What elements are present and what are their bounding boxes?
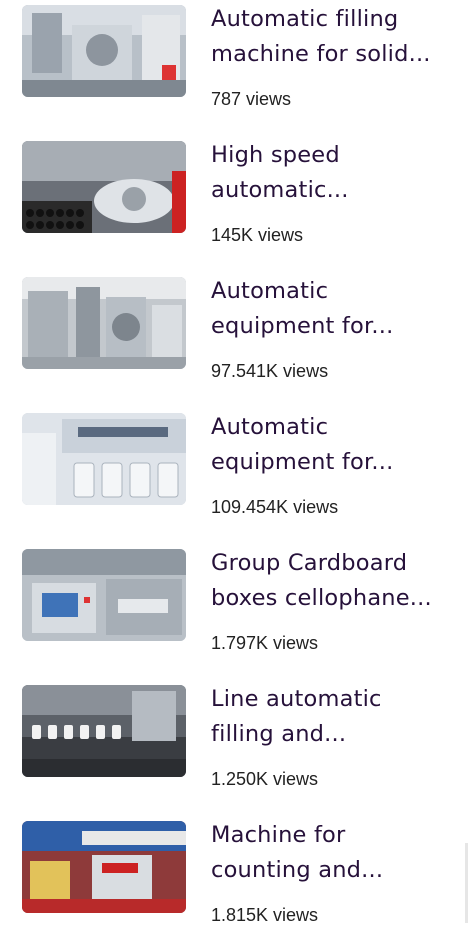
view-count: 97.541K views	[211, 361, 329, 381]
video-title-line: Automatic	[211, 278, 329, 304]
video-title[interactable]: Group Cardboard boxes cellophane...	[211, 546, 451, 616]
video-title-line: automatic...	[211, 177, 349, 203]
cellophane-wrapper-thumbnail-icon	[22, 549, 186, 641]
video-title[interactable]: Automatic filling machine for solid...	[211, 2, 451, 72]
video-thumbnail[interactable]	[22, 277, 186, 369]
video-title-line: Automatic filling	[211, 6, 399, 32]
video-title-line: counting and...	[211, 857, 384, 883]
video-title-line: Automatic	[211, 414, 329, 440]
video-item[interactable]: Group Cardboard boxes cellophane... 1.79…	[0, 544, 468, 664]
video-title-line: equipment for...	[211, 449, 394, 475]
video-item[interactable]: Machine for counting and... 1.815K views	[0, 816, 468, 936]
video-title-line: boxes cellophane...	[211, 585, 432, 611]
bottle-capping-thumbnail-icon	[22, 141, 186, 233]
video-title[interactable]: Line automatic filling and...	[211, 682, 451, 752]
video-title[interactable]: High speed automatic...	[211, 138, 451, 208]
video-item[interactable]: High speed automatic... 145K views	[0, 136, 468, 256]
video-title-line: machine for solid...	[211, 41, 431, 67]
video-title-line: filling and...	[211, 721, 347, 747]
dissolution-tester-thumbnail-icon	[22, 413, 186, 505]
capsule-equipment-thumbnail-icon	[22, 277, 186, 369]
view-count: 109.454K views	[211, 497, 339, 517]
video-thumbnail[interactable]	[22, 141, 186, 233]
video-thumbnail[interactable]	[22, 821, 186, 913]
video-title-line: equipment for...	[211, 313, 394, 339]
video-title[interactable]: Automatic equipment for...	[211, 410, 451, 480]
video-thumbnail[interactable]	[22, 685, 186, 777]
view-count: 1.815K views	[211, 905, 319, 925]
video-title-line: Line automatic	[211, 686, 382, 712]
video-thumbnail[interactable]	[22, 413, 186, 505]
view-count: 1.797K views	[211, 633, 319, 653]
video-item[interactable]: Automatic equipment for... 109.454K view…	[0, 408, 468, 528]
view-count: 787 views	[211, 89, 292, 109]
video-title-line: High speed	[211, 142, 340, 168]
view-count: 1.250K views	[211, 769, 319, 789]
video-title-line: Group Cardboard	[211, 550, 408, 576]
video-item[interactable]: Automatic equipment for... 97.541K views	[0, 272, 468, 392]
video-item[interactable]: Automatic filling machine for solid... 7…	[0, 0, 468, 120]
view-count: 145K views	[211, 225, 304, 245]
video-thumbnail[interactable]	[22, 5, 186, 97]
filling-line-thumbnail-icon	[22, 685, 186, 777]
video-thumbnail[interactable]	[22, 549, 186, 641]
video-item[interactable]: Line automatic filling and... 1.250K vie…	[0, 680, 468, 800]
filling-machine-thumbnail-icon	[22, 5, 186, 97]
video-title-line: Machine for	[211, 822, 346, 848]
video-title[interactable]: Automatic equipment for...	[211, 274, 451, 344]
counting-machine-thumbnail-icon	[22, 821, 186, 913]
video-title[interactable]: Machine for counting and...	[211, 818, 451, 888]
